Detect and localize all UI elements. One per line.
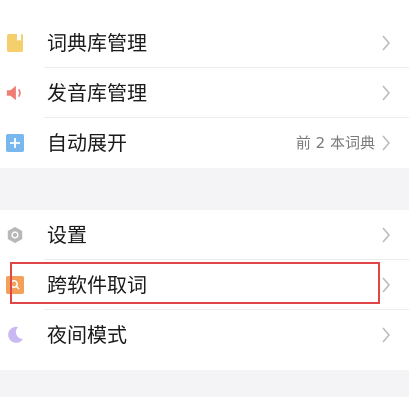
search-square-icon [6, 276, 24, 294]
speaker-icon [6, 84, 24, 102]
menu-item-dictionary-management[interactable]: 词典库管理 [0, 18, 409, 68]
menu-item-label: 发音库管理 [47, 81, 147, 105]
auto-expand-value: 前 2 本词典 [295, 134, 375, 152]
chevron-right-icon [377, 134, 395, 152]
settings-group-2: 设置 跨软件取词 夜间模式 [0, 210, 409, 370]
menu-item-night-mode[interactable]: 夜间模式 [0, 310, 409, 360]
chevron-right-icon [377, 34, 395, 52]
menu-item-label: 设置 [47, 223, 87, 247]
menu-item-label: 自动展开 [47, 131, 127, 155]
menu-item-cross-app-lookup[interactable]: 跨软件取词 [0, 260, 409, 310]
chevron-right-icon [377, 226, 395, 244]
chevron-right-icon [377, 276, 395, 294]
menu-item-pronunciation-management[interactable]: 发音库管理 [0, 68, 409, 118]
menu-item-label: 词典库管理 [47, 31, 147, 55]
moon-icon [6, 326, 24, 344]
chevron-right-icon [377, 326, 395, 344]
menu-item-label: 跨软件取词 [47, 273, 147, 297]
menu-item-settings[interactable]: 设置 [0, 210, 409, 260]
menu-item-auto-expand[interactable]: 自动展开 前 2 本词典 [0, 118, 409, 168]
settings-hexagon-icon [6, 226, 24, 244]
menu-item-label: 夜间模式 [47, 323, 127, 347]
plus-square-icon [6, 134, 24, 152]
dictionary-book-icon [6, 34, 24, 52]
chevron-right-icon [377, 84, 395, 102]
settings-group-1: 词典库管理 发音库管理 自动展开 前 2 本词典 [0, 0, 409, 168]
